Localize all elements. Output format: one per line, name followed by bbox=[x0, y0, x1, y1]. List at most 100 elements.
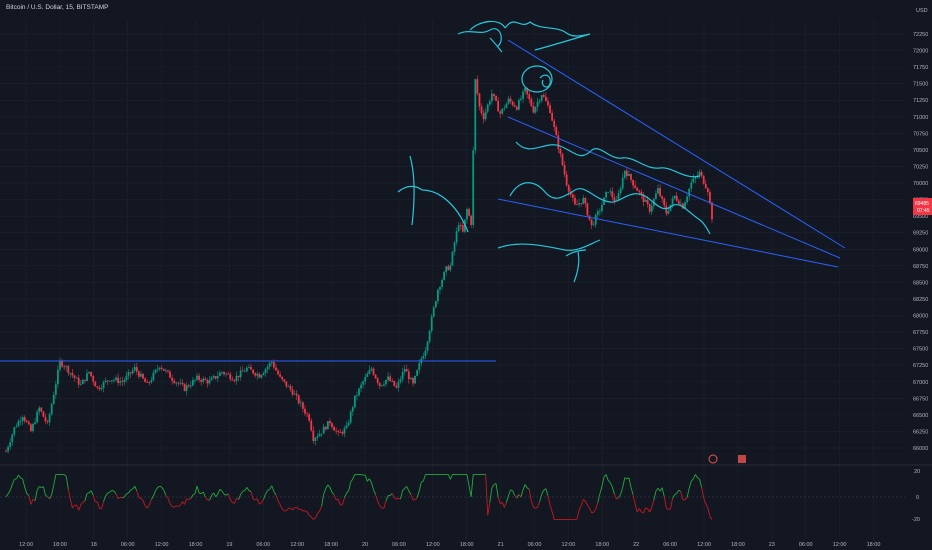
price-chart[interactable]: Bitcoin / U.S. Dollar, 15, BITSTAMP USD … bbox=[0, 0, 932, 550]
candle-body bbox=[387, 376, 389, 381]
oscillator-segment bbox=[331, 491, 335, 496]
candle-body bbox=[374, 374, 377, 379]
candle-body bbox=[362, 381, 365, 385]
oscillator-segment bbox=[589, 507, 592, 513]
candle-body bbox=[667, 210, 670, 214]
candle-body bbox=[505, 103, 508, 109]
candle-body bbox=[659, 188, 661, 197]
candle-body bbox=[476, 79, 479, 94]
candle-body bbox=[480, 106, 483, 114]
candle-body bbox=[142, 373, 144, 379]
y-tick-label: 68750 bbox=[913, 264, 928, 270]
candle-body bbox=[551, 112, 554, 121]
x-tick-label: 12:00 bbox=[697, 542, 711, 548]
candle-body bbox=[565, 174, 568, 186]
oscillator-segment bbox=[360, 474, 364, 476]
candle-body bbox=[268, 363, 271, 367]
y-tick-label: 72250 bbox=[913, 32, 928, 38]
candle-body bbox=[644, 200, 647, 202]
oscillator-segment bbox=[533, 506, 536, 509]
oscillator-segment bbox=[497, 496, 501, 504]
candle-body bbox=[137, 371, 140, 377]
candle-body bbox=[191, 380, 194, 386]
candle-body bbox=[671, 198, 674, 205]
candle-body bbox=[574, 197, 576, 205]
oscillator-segment bbox=[503, 502, 507, 508]
candle-body bbox=[592, 224, 595, 226]
candle-body bbox=[356, 395, 358, 397]
event-marker-icon[interactable] bbox=[708, 454, 718, 464]
x-tick-label: 18:00 bbox=[53, 542, 67, 548]
oscillator-segment bbox=[622, 477, 626, 488]
candle-body bbox=[326, 421, 329, 430]
candle-body bbox=[522, 91, 524, 99]
oscillator-segment bbox=[599, 486, 603, 494]
oscillator-segment bbox=[180, 501, 183, 506]
candle-body bbox=[353, 395, 356, 408]
candle-body bbox=[123, 380, 126, 383]
oscillator-segment bbox=[580, 499, 584, 506]
oscillator-segment bbox=[645, 507, 648, 510]
flag-marker-icon[interactable] bbox=[738, 455, 746, 463]
candle-body bbox=[495, 96, 497, 101]
candle-body bbox=[63, 366, 66, 368]
x-tick-label: 06:00 bbox=[528, 542, 542, 548]
oscillator-segment bbox=[690, 478, 694, 482]
candle-body bbox=[391, 380, 394, 382]
candle-body bbox=[79, 384, 82, 385]
oscillator-segment bbox=[545, 488, 549, 496]
oscillator-segment bbox=[487, 502, 491, 516]
x-tick-label: 06:00 bbox=[392, 542, 406, 548]
candle-body bbox=[225, 373, 228, 375]
oscillator-segment bbox=[140, 497, 144, 502]
candle-body bbox=[135, 367, 138, 372]
x-tick-label: 18:00 bbox=[189, 542, 203, 548]
y-tick-label: 69500 bbox=[913, 214, 928, 220]
candle-body bbox=[455, 231, 458, 243]
oscillator-segment bbox=[375, 494, 379, 502]
candle-body bbox=[578, 203, 581, 205]
osc-zero-tick: 0 bbox=[916, 495, 919, 501]
x-tick-label: 06:00 bbox=[799, 542, 813, 548]
oscillator-segment bbox=[304, 510, 308, 513]
candle-body bbox=[453, 242, 456, 252]
candle-body bbox=[407, 371, 410, 380]
candle-body bbox=[385, 380, 387, 385]
oscillator-segment bbox=[169, 503, 173, 507]
oscillator-segment bbox=[489, 487, 493, 503]
oscillator-segment bbox=[371, 482, 374, 490]
candle-body bbox=[32, 424, 34, 432]
y-tick-label: 68500 bbox=[913, 280, 928, 286]
oscillator-segment bbox=[697, 477, 700, 480]
oscillator-segment bbox=[300, 508, 304, 512]
oscillator-segment bbox=[422, 474, 426, 482]
candle-body bbox=[702, 175, 705, 184]
oscillator-segment bbox=[221, 490, 225, 495]
candle-body bbox=[9, 442, 12, 448]
osc-upper-tick: 20 bbox=[914, 469, 920, 475]
candle-body bbox=[293, 393, 296, 395]
candle-body bbox=[690, 182, 693, 189]
candle-body bbox=[40, 407, 43, 412]
oscillator-segment bbox=[45, 494, 48, 498]
candle-body bbox=[470, 215, 473, 225]
oscillator-segment bbox=[263, 493, 266, 500]
candle-body bbox=[601, 205, 603, 212]
oscillator-segment bbox=[377, 501, 381, 506]
y-tick-label: 71000 bbox=[913, 115, 928, 121]
oscillator-segment bbox=[470, 474, 474, 497]
candle-body bbox=[243, 371, 246, 373]
candle-body bbox=[5, 451, 7, 453]
candle-body bbox=[536, 101, 539, 107]
candle-body bbox=[507, 98, 510, 104]
candle-body bbox=[607, 192, 610, 193]
candle-body bbox=[258, 373, 261, 378]
candle-body bbox=[212, 376, 215, 378]
oscillator-segment bbox=[78, 504, 82, 511]
y-tick-label: 67250 bbox=[913, 363, 928, 369]
oscillator-segment bbox=[373, 489, 377, 495]
oscillator-segment bbox=[348, 481, 352, 491]
oscillator-segment bbox=[323, 488, 327, 495]
oscillator-segment bbox=[72, 505, 75, 509]
candle-body bbox=[625, 170, 628, 177]
